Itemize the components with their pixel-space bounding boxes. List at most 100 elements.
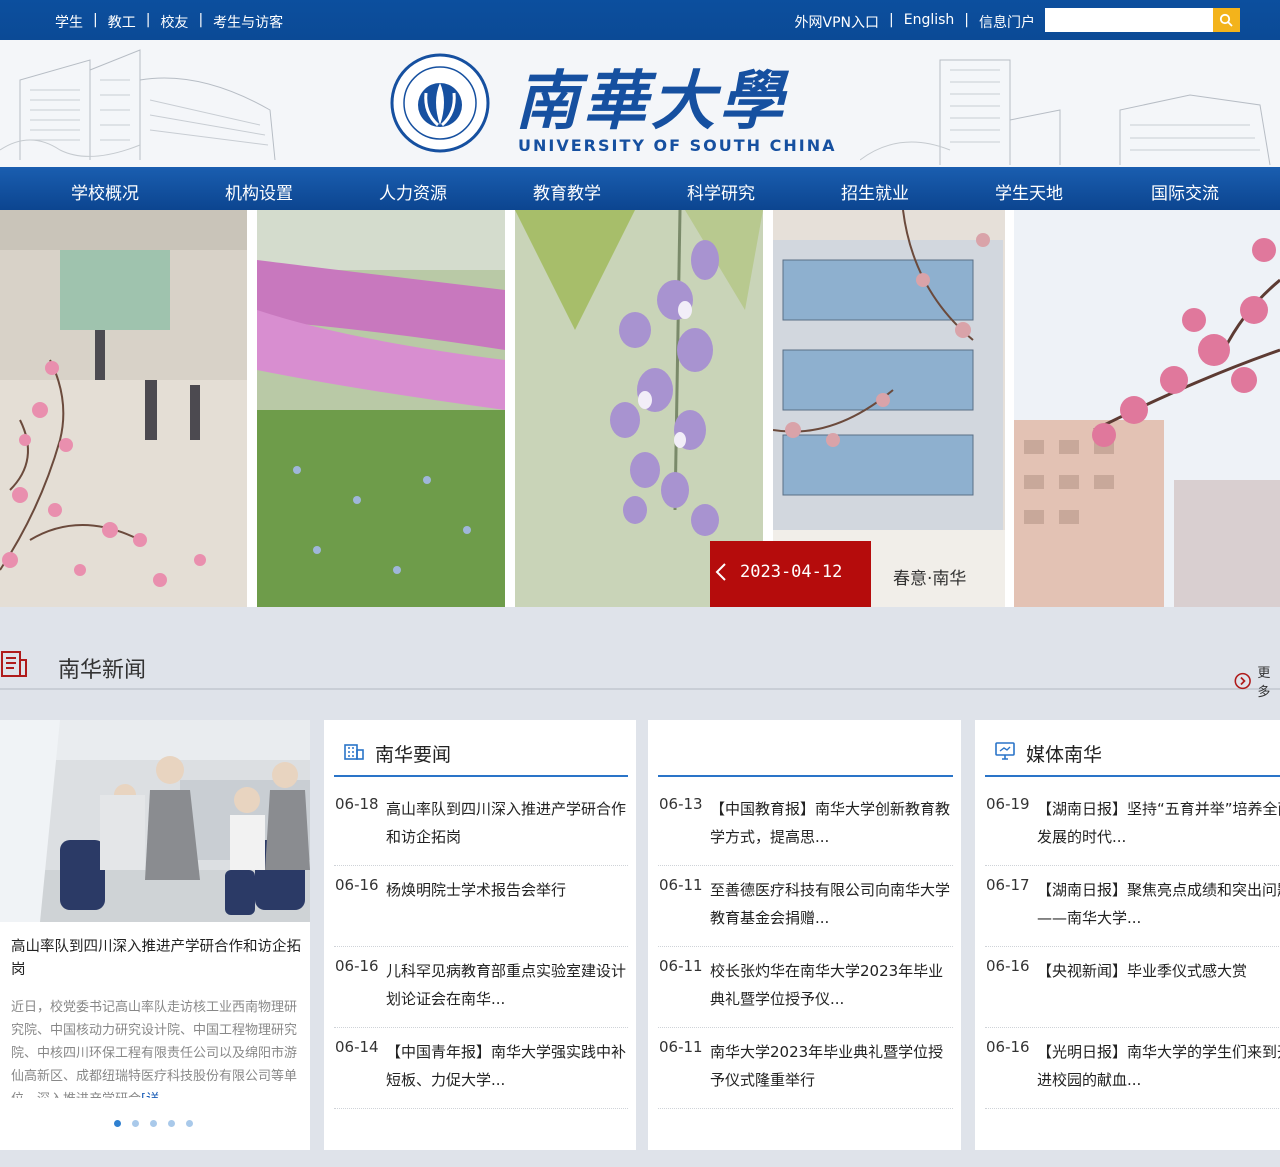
news-section-header: 南华新闻 更多 xyxy=(0,607,1280,700)
card-title: 南华要闻 xyxy=(375,744,452,766)
nav-item-international[interactable]: 国际交流 xyxy=(1151,179,1219,204)
item-title[interactable]: 校长张灼华在南华大学2023年毕业典礼暨学位授予仪... xyxy=(710,957,953,1013)
nav-item-admissions[interactable]: 招生就业 xyxy=(841,179,909,204)
item-date: 06-16 xyxy=(335,876,379,894)
excerpt-text: 近日，校党委书记高山率队走访核工业西南物理研究院、中国核动力研究设计院、中国工程… xyxy=(11,1000,298,1098)
list-item[interactable]: 06-13 【中国教育报】南华大学创新教育教学方式，提高思... xyxy=(658,785,953,866)
logo-english-name: UNIVERSITY OF SOUTH CHINA xyxy=(518,136,837,155)
banner-photo-blossoms xyxy=(0,210,247,607)
list-item[interactable]: 06-11 校长张灼华在南华大学2023年毕业典礼暨学位授予仪... xyxy=(658,947,953,1028)
card-header: 南华要闻 xyxy=(334,720,628,777)
carousel-dot[interactable] xyxy=(150,1120,157,1127)
item-date: 06-16 xyxy=(335,957,379,975)
chevron-left-icon[interactable] xyxy=(714,562,728,582)
search-input[interactable] xyxy=(1045,8,1213,32)
item-title[interactable]: 杨焕明院士学术报告会举行 xyxy=(386,876,628,904)
item-date: 06-11 xyxy=(659,957,703,975)
separator: | xyxy=(198,12,204,28)
item-title[interactable]: 【湖南日报】坚持“五育并举”培养全面发展的时代... xyxy=(1037,795,1280,851)
item-title[interactable]: 【光明日报】南华大学的学生们来到开进校园的献血... xyxy=(1037,1038,1280,1094)
news-list: 06-18 高山率队到四川深入推进产学研合作和访企拓岗 06-16 杨焕明院士学术报… xyxy=(334,785,628,1109)
separator: | xyxy=(145,12,151,28)
card-header: 媒体南华 xyxy=(985,720,1280,777)
item-title[interactable]: 【央视新闻】毕业季仪式感大赏 xyxy=(1037,957,1280,985)
separator: | xyxy=(889,12,894,28)
banner-photo-cherry xyxy=(1014,210,1280,607)
list-item[interactable]: 06-16 【光明日报】南华大学的学生们来到开进校园的献血... xyxy=(985,1028,1280,1109)
link-staff[interactable]: 教工 xyxy=(108,12,136,32)
list-item[interactable]: 06-11 至善德医疗科技有限公司向南华大学教育基金会捐赠... xyxy=(658,866,953,947)
item-title[interactable]: 【中国青年报】南华大学强实践中补短板、力促大学... xyxy=(386,1038,628,1094)
link-alumni[interactable]: 校友 xyxy=(160,12,188,32)
carousel-dot[interactable] xyxy=(186,1120,193,1127)
item-date: 06-13 xyxy=(659,795,703,813)
nav-item-education[interactable]: 教育教学 xyxy=(533,179,601,204)
link-vpn[interactable]: 外网VPN入口 xyxy=(795,12,880,32)
search-button[interactable] xyxy=(1213,8,1240,32)
list-item[interactable]: 06-11 南华大学2023年毕业典礼暨学位授予仪式隆重举行 xyxy=(658,1028,953,1109)
item-date: 06-11 xyxy=(659,1038,703,1056)
headline-news-card: 南华要闻 06-18 高山率队到四川深入推进产学研合作和访企拓岗 06-16 杨焕明… xyxy=(324,720,658,1167)
logo-chinese-name: 南華大學 xyxy=(515,64,787,139)
list-item[interactable]: 06-17 【湖南日报】聚焦亮点成绩和突出问题——南华大学... xyxy=(985,866,1280,947)
item-date: 06-11 xyxy=(659,876,703,894)
banner-title[interactable]: 春意·南华 xyxy=(893,564,966,589)
more-link[interactable]: 更多 xyxy=(1234,662,1280,700)
link-visitors[interactable]: 考生与访客 xyxy=(213,12,283,32)
item-title[interactable]: 儿科罕见病教育部重点实验室建设计划论证会在南华... xyxy=(386,957,628,1013)
item-title[interactable]: 南华大学2023年毕业典礼暨学位授予仪式隆重举行 xyxy=(710,1038,953,1094)
search-box xyxy=(1045,8,1240,32)
nav-item-organization[interactable]: 机构设置 xyxy=(225,179,293,204)
featured-news-card: 高山率队到四川深入推进产学研合作和访企拓岗 近日，校党委书记高山率队走访核工业西… xyxy=(0,720,332,1167)
site-header: 南華大學 UNIVERSITY OF SOUTH CHINA xyxy=(0,40,1280,167)
list-item[interactable]: 06-14 【中国青年报】南华大学强实践中补短板、力促大学... xyxy=(334,1028,628,1109)
banner-divider xyxy=(247,210,257,607)
featured-news-photo[interactable] xyxy=(0,720,310,922)
link-students[interactable]: 学生 xyxy=(55,12,83,32)
more-news-card: 06-13 【中国教育报】南华大学创新教育教学方式，提高思... 06-11 至善德… xyxy=(648,720,983,1167)
search-icon xyxy=(1219,13,1233,27)
arrow-right-circle-icon xyxy=(1234,672,1251,690)
more-link-label: 更多 xyxy=(1257,666,1271,700)
carousel-dot[interactable] xyxy=(168,1120,175,1127)
carousel-dot[interactable] xyxy=(132,1120,139,1127)
news-document-icon xyxy=(1,651,27,677)
item-date: 06-16 xyxy=(986,957,1030,975)
monitor-icon xyxy=(995,742,1015,760)
item-date: 06-18 xyxy=(335,795,379,813)
detail-link[interactable]: [详 xyxy=(141,1092,159,1098)
item-title[interactable]: 【湖南日报】聚焦亮点成绩和突出问题——南华大学... xyxy=(1037,876,1280,932)
banner-photo-meadow xyxy=(257,210,505,607)
separator: | xyxy=(964,12,969,28)
list-item[interactable]: 06-16 儿科罕见病教育部重点实验室建设计划论证会在南华... xyxy=(334,947,628,1028)
carousel-dot[interactable] xyxy=(114,1120,121,1127)
list-item[interactable]: 06-16 【央视新闻】毕业季仪式感大赏 xyxy=(985,947,1280,1028)
nav-item-hr[interactable]: 人力资源 xyxy=(379,179,447,204)
banner-date: 2023-04-12 xyxy=(740,562,843,582)
item-date: 06-14 xyxy=(335,1038,379,1056)
item-date: 06-19 xyxy=(986,795,1030,813)
link-english[interactable]: English xyxy=(904,12,955,32)
photo-banner[interactable]: 2023-04-12 春意·南华 xyxy=(0,210,1280,607)
featured-news-headline[interactable]: 高山率队到四川深入推进产学研合作和访企拓岗 xyxy=(11,936,307,982)
item-date: 06-17 xyxy=(986,876,1030,894)
item-title[interactable]: 【中国教育报】南华大学创新教育教学方式，提高思... xyxy=(710,795,953,851)
item-title[interactable]: 高山率队到四川深入推进产学研合作和访企拓岗 xyxy=(386,795,628,851)
list-item[interactable]: 06-18 高山率队到四川深入推进产学研合作和访企拓岗 xyxy=(334,785,628,866)
nav-item-overview[interactable]: 学校概况 xyxy=(71,179,139,204)
nav-item-students[interactable]: 学生天地 xyxy=(995,179,1063,204)
nav-item-research[interactable]: 科学研究 xyxy=(687,179,755,204)
audience-links: 学生 | 教工 | 校友 | 考生与访客 xyxy=(55,12,283,32)
banner-caption: 2023-04-12 春意·南华 xyxy=(710,541,1010,607)
university-emblem xyxy=(390,53,490,153)
campus-building-illustration xyxy=(0,49,276,161)
link-info-portal[interactable]: 信息门户 xyxy=(979,12,1035,32)
news-section-title: 南华新闻 xyxy=(58,658,147,683)
news-list: 06-13 【中国教育报】南华大学创新教育教学方式，提高思... 06-11 至善德… xyxy=(658,785,953,1109)
list-item[interactable]: 06-16 杨焕明院士学术报告会举行 xyxy=(334,866,628,947)
banner-divider xyxy=(505,210,515,607)
card-header xyxy=(658,720,953,777)
item-title[interactable]: 至善德医疗科技有限公司向南华大学教育基金会捐赠... xyxy=(710,876,953,932)
list-item[interactable]: 06-19 【湖南日报】坚持“五育并举”培养全面发展的时代... xyxy=(985,785,1280,866)
building-icon xyxy=(344,744,364,760)
